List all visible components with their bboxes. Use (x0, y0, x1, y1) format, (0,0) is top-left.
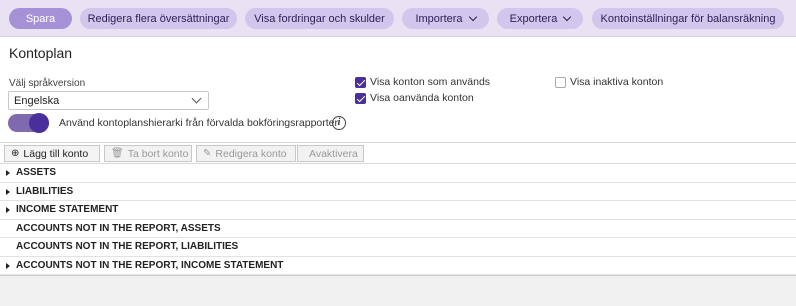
chevron-down-icon (191, 93, 202, 104)
show-used-label: Visa konton som används (370, 76, 491, 88)
save-button-label: Spara (25, 12, 56, 25)
language-select[interactable]: Engelska (8, 91, 209, 110)
show-unused-label: Visa oanvända konton (370, 92, 474, 104)
expand-arrow-icon[interactable] (6, 170, 10, 176)
tree-row-label: INCOME STATEMENT (16, 204, 119, 215)
tree-row-label: ACCOUNTS NOT IN THE REPORT, LIABILITIES (16, 241, 239, 252)
page-title: Kontoplan (9, 45, 73, 61)
toggle-knob (29, 113, 49, 133)
edit-account-label: Redigera konto (215, 147, 287, 160)
tree-row-income-statement[interactable]: INCOME STATEMENT (0, 201, 796, 220)
show-used-checkbox[interactable]: Visa konton som används (355, 76, 490, 88)
edit-account-button[interactable]: ✎ Redigera konto (196, 145, 296, 162)
account-actions-bar: ⊕ Lägg till konto 🗑 Ta bort konto ✎ Redi… (0, 142, 796, 164)
edit-icon: ✎ (203, 148, 212, 159)
tree-row-not-in-report-income[interactable]: ACCOUNTS NOT IN THE REPORT, INCOME STATE… (0, 257, 796, 275)
show-receivables-payables-button[interactable]: Visa fordringar och skulder (245, 8, 394, 29)
deactivate-label: Avaktivera (309, 147, 358, 160)
chevron-down-icon (563, 12, 572, 22)
import-button[interactable]: Importera (402, 8, 489, 29)
tree-row-label: ACCOUNTS NOT IN THE REPORT, INCOME STATE… (16, 259, 284, 271)
tree-row-liabilities[interactable]: LIABILITIES (0, 183, 796, 201)
deactivate-button[interactable]: Avaktivera (297, 145, 364, 162)
chevron-down-icon (468, 12, 477, 22)
show-unused-checkbox[interactable]: Visa oanvända konton (355, 92, 474, 104)
save-button[interactable]: Spara (9, 8, 72, 29)
chart-of-accounts-panel: Kontoplan Välj språkversion Engelska Vis… (0, 37, 796, 276)
add-account-button[interactable]: ⊕ Lägg till konto (4, 145, 100, 162)
export-label: Exportera (509, 12, 558, 25)
import-label: Importera (415, 12, 463, 25)
balance-settings-label: Kontoinställningar för balansräkning (600, 12, 776, 25)
tree-row-assets[interactable]: ASSETS (0, 164, 796, 183)
tree-row-not-in-report-liabilities[interactable]: ACCOUNTS NOT IN THE REPORT, LIABILITIES (0, 238, 796, 257)
language-label: Välj språkversion (9, 78, 86, 89)
checkbox-checked-icon (355, 92, 366, 104)
receivables-label: Visa fordringar och skulder (254, 12, 385, 25)
tree-row-not-in-report-assets[interactable]: ACCOUNTS NOT IN THE REPORT, ASSETS (0, 220, 796, 238)
edit-translations-button[interactable]: Redigera flera översättningar (80, 8, 237, 29)
delete-account-button[interactable]: 🗑 Ta bort konto (104, 145, 192, 162)
hierarchy-toggle[interactable] (8, 113, 49, 133)
hierarchy-toggle-label: Använd kontoplanshierarki från förvalda … (59, 117, 338, 129)
toolbar: Spara Redigera flera översättningar Visa… (0, 0, 796, 37)
balance-settings-button[interactable]: Kontoinställningar för balansräkning (592, 8, 784, 29)
checkbox-checked-icon (355, 76, 366, 88)
plus-circle-icon: ⊕ (11, 148, 20, 159)
checkbox-unchecked-icon (555, 76, 566, 88)
info-icon[interactable]: i (332, 116, 346, 130)
tree-row-label: ASSETS (16, 167, 57, 178)
expand-arrow-icon[interactable] (6, 262, 10, 269)
tree-row-label: ACCOUNTS NOT IN THE REPORT, ASSETS (16, 222, 221, 234)
show-inactive-label: Visa inaktiva konton (570, 76, 664, 88)
expand-arrow-icon[interactable] (6, 207, 10, 213)
export-button[interactable]: Exportera (497, 8, 583, 29)
tree-row-label: LIABILITIES (16, 185, 74, 197)
add-account-label: Lägg till konto (23, 147, 89, 160)
edit-translations-label: Redigera flera översättningar (87, 12, 230, 25)
expand-arrow-icon[interactable] (6, 188, 10, 195)
account-tree: ASSETS LIABILITIES INCOME STATEMENT ACCO… (0, 164, 796, 275)
trash-icon: 🗑 (111, 148, 124, 159)
language-value: Engelska (14, 94, 60, 107)
show-inactive-checkbox[interactable]: Visa inaktiva konton (555, 76, 663, 88)
delete-account-label: Ta bort konto (127, 147, 189, 160)
